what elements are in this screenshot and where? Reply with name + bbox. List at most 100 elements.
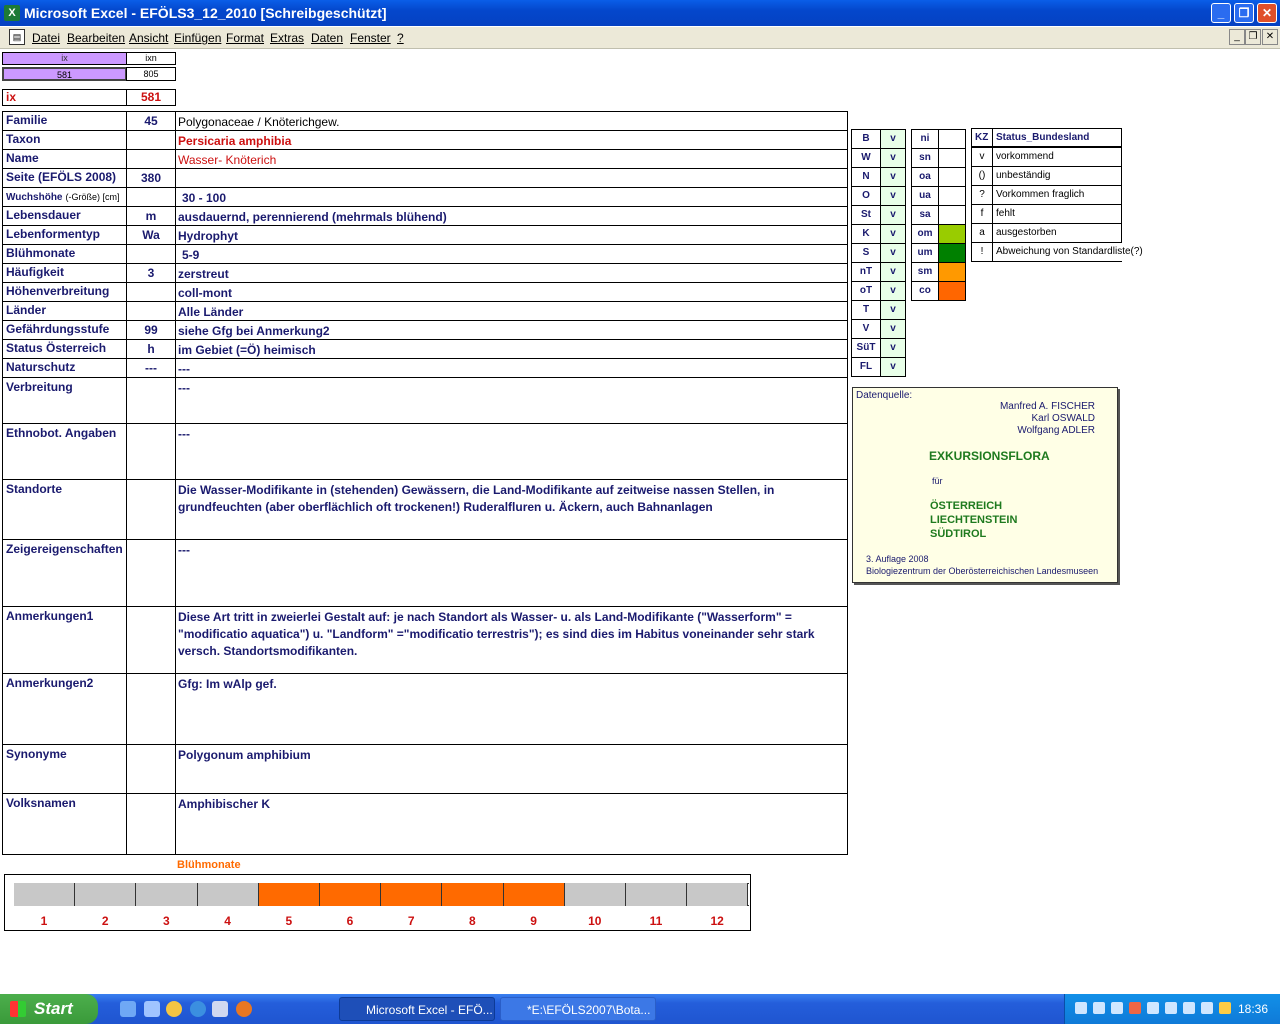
row-value-anmerkungen2[interactable]: Gfg: Im wAlp gef. (175, 673, 848, 745)
maximize-button[interactable]: ❐ (1234, 3, 1254, 23)
bundesland-status[interactable]: v (880, 129, 906, 149)
row-value-bl-hmonate[interactable]: 5-9 (175, 244, 848, 264)
row-label-l-nder[interactable]: Länder (2, 301, 127, 321)
tray-security-icon[interactable] (1129, 1002, 1141, 1014)
row-num-ethnobot-angaben[interactable] (126, 423, 176, 480)
row-num-taxon[interactable] (126, 130, 176, 150)
row-label-zeigereigenschaften[interactable]: Zeigereigenschaften (2, 539, 127, 607)
hoehenstufe-code[interactable]: sn (911, 148, 939, 168)
row-num-zeigereigenschaften[interactable] (126, 539, 176, 607)
bundesland-code[interactable]: nT (851, 262, 881, 282)
menu-extras[interactable]: Extras (270, 31, 304, 45)
menu-ansicht[interactable]: Ansicht (129, 31, 168, 45)
row-label-h-henverbreitung[interactable]: Höhenverbreitung (2, 282, 127, 302)
hoehenstufe-color-cell[interactable] (938, 129, 966, 149)
bundesland-code[interactable]: FL (851, 357, 881, 377)
row-label-lebensdauer[interactable]: Lebensdauer (2, 206, 127, 226)
row-label-status-sterreich[interactable]: Status Österreich (2, 339, 127, 359)
hoehenstufe-code[interactable]: om (911, 224, 939, 244)
hoehenstufe-color-cell[interactable] (938, 148, 966, 168)
bundesland-status[interactable]: v (880, 243, 906, 263)
task-explorer[interactable]: *E:\EFÖLS2007\Bota... (500, 997, 656, 1021)
row-num-l-nder[interactable] (126, 301, 176, 321)
row-value-taxon[interactable]: Persicaria amphibia (175, 130, 848, 150)
hoehenstufe-code[interactable]: sa (911, 205, 939, 225)
bundesland-code[interactable]: T (851, 300, 881, 320)
doc-close-button[interactable]: ✕ (1262, 29, 1278, 45)
bundesland-status[interactable]: v (880, 300, 906, 320)
row-value-familie[interactable]: Polygonaceae / Knöterichgew. (175, 111, 848, 131)
row-num-anmerkungen1[interactable] (126, 606, 176, 674)
hoehenstufe-color-cell[interactable] (938, 205, 966, 225)
row-label-wuchsh-he[interactable]: Wuchshöhe (-Größe) [cm] (2, 187, 127, 207)
doc-restore-button[interactable]: ❐ (1245, 29, 1261, 45)
row-label-lebenformentyp[interactable]: Lebenformentyp (2, 225, 127, 245)
bundesland-status[interactable]: v (880, 357, 906, 377)
tray-shield-icon[interactable] (1147, 1002, 1159, 1014)
hoehenstufe-code[interactable]: ua (911, 186, 939, 206)
row-label-h-ufigkeit[interactable]: Häufigkeit (2, 263, 127, 283)
start-button[interactable]: Start (0, 994, 98, 1024)
ix-big-cell[interactable]: 581 (126, 89, 176, 106)
row-value-lebenformentyp[interactable]: Hydrophyt (175, 225, 848, 245)
tray-network-icon[interactable] (1075, 1002, 1087, 1014)
bundesland-code[interactable]: B (851, 129, 881, 149)
tray-volume-icon[interactable] (1165, 1002, 1177, 1014)
task-excel[interactable]: Microsoft Excel - EFÖ... (339, 997, 495, 1021)
ixn-header-cell[interactable]: ixn (126, 52, 176, 65)
row-num-volksnamen[interactable] (126, 793, 176, 855)
row-value-anmerkungen1[interactable]: Diese Art tritt in zweierlei Gestalt auf… (175, 606, 848, 674)
menu-datei[interactable]: Datei (32, 31, 60, 45)
hoehenstufe-code[interactable]: co (911, 281, 939, 301)
row-num-anmerkungen2[interactable] (126, 673, 176, 745)
doc-minimize-button[interactable]: _ (1229, 29, 1245, 45)
bundesland-code[interactable]: O (851, 186, 881, 206)
row-num-bl-hmonate[interactable] (126, 244, 176, 264)
row-num-h-ufigkeit[interactable]: 3 (126, 263, 176, 283)
hoehenstufe-color-cell[interactable] (938, 243, 966, 263)
row-num-wuchsh-he[interactable] (126, 187, 176, 207)
internet-explorer-icon[interactable] (190, 1001, 206, 1017)
menu-einfuegen[interactable]: Einfügen (174, 31, 221, 45)
tray-settings-icon[interactable] (1111, 1002, 1123, 1014)
row-value-volksnamen[interactable]: Amphibischer K (175, 793, 848, 855)
row-label-ethnobot-angaben[interactable]: Ethnobot. Angaben (2, 423, 127, 480)
explorer-icon[interactable] (144, 1001, 160, 1017)
row-num-h-henverbreitung[interactable] (126, 282, 176, 302)
bundesland-code[interactable]: S (851, 243, 881, 263)
row-label-naturschutz[interactable]: Naturschutz (2, 358, 127, 378)
bundesland-status[interactable]: v (880, 338, 906, 358)
menu-daten[interactable]: Daten (311, 31, 343, 45)
row-label-volksnamen[interactable]: Volksnamen (2, 793, 127, 855)
row-value-l-nder[interactable]: Alle Länder (175, 301, 848, 321)
mail-icon[interactable] (212, 1001, 228, 1017)
excel-icon[interactable]: X (4, 5, 20, 21)
ix-label-cell[interactable]: ix (2, 89, 127, 106)
row-label-name[interactable]: Name (2, 149, 127, 169)
tray-info-icon[interactable] (1183, 1002, 1195, 1014)
workbook-icon[interactable]: ▤ (9, 29, 25, 45)
minimize-button[interactable]: _ (1211, 3, 1231, 23)
worksheet[interactable]: ix ixn 581 805 ix 581 Familie 45 Polygonac… (0, 49, 1280, 994)
row-label-standorte[interactable]: Standorte (2, 479, 127, 540)
row-label-taxon[interactable]: Taxon (2, 130, 127, 150)
row-value-name[interactable]: Wasser- Knöterich (175, 149, 848, 169)
row-value-ethnobot-angaben[interactable]: --- (175, 423, 848, 480)
media-player-icon[interactable] (166, 1001, 182, 1017)
row-value-h-ufigkeit[interactable]: zerstreut (175, 263, 848, 283)
row-value-h-henverbreitung[interactable]: coll-mont (175, 282, 848, 302)
bundesland-status[interactable]: v (880, 186, 906, 206)
bundesland-code[interactable]: V (851, 319, 881, 339)
close-button[interactable]: ✕ (1257, 3, 1277, 23)
row-num-naturschutz[interactable]: --- (126, 358, 176, 378)
tray-device-icon[interactable] (1201, 1002, 1213, 1014)
bundesland-code[interactable]: SüT (851, 338, 881, 358)
bundesland-status[interactable]: v (880, 205, 906, 225)
row-label-anmerkungen2[interactable]: Anmerkungen2 (2, 673, 127, 745)
row-label-bl-hmonate[interactable]: Blühmonate (2, 244, 127, 264)
row-num-familie[interactable]: 45 (126, 111, 176, 131)
menu-format[interactable]: Format (226, 31, 264, 45)
row-num-verbreitung[interactable] (126, 377, 176, 424)
hoehenstufe-code[interactable]: oa (911, 167, 939, 187)
bundesland-code[interactable]: K (851, 224, 881, 244)
